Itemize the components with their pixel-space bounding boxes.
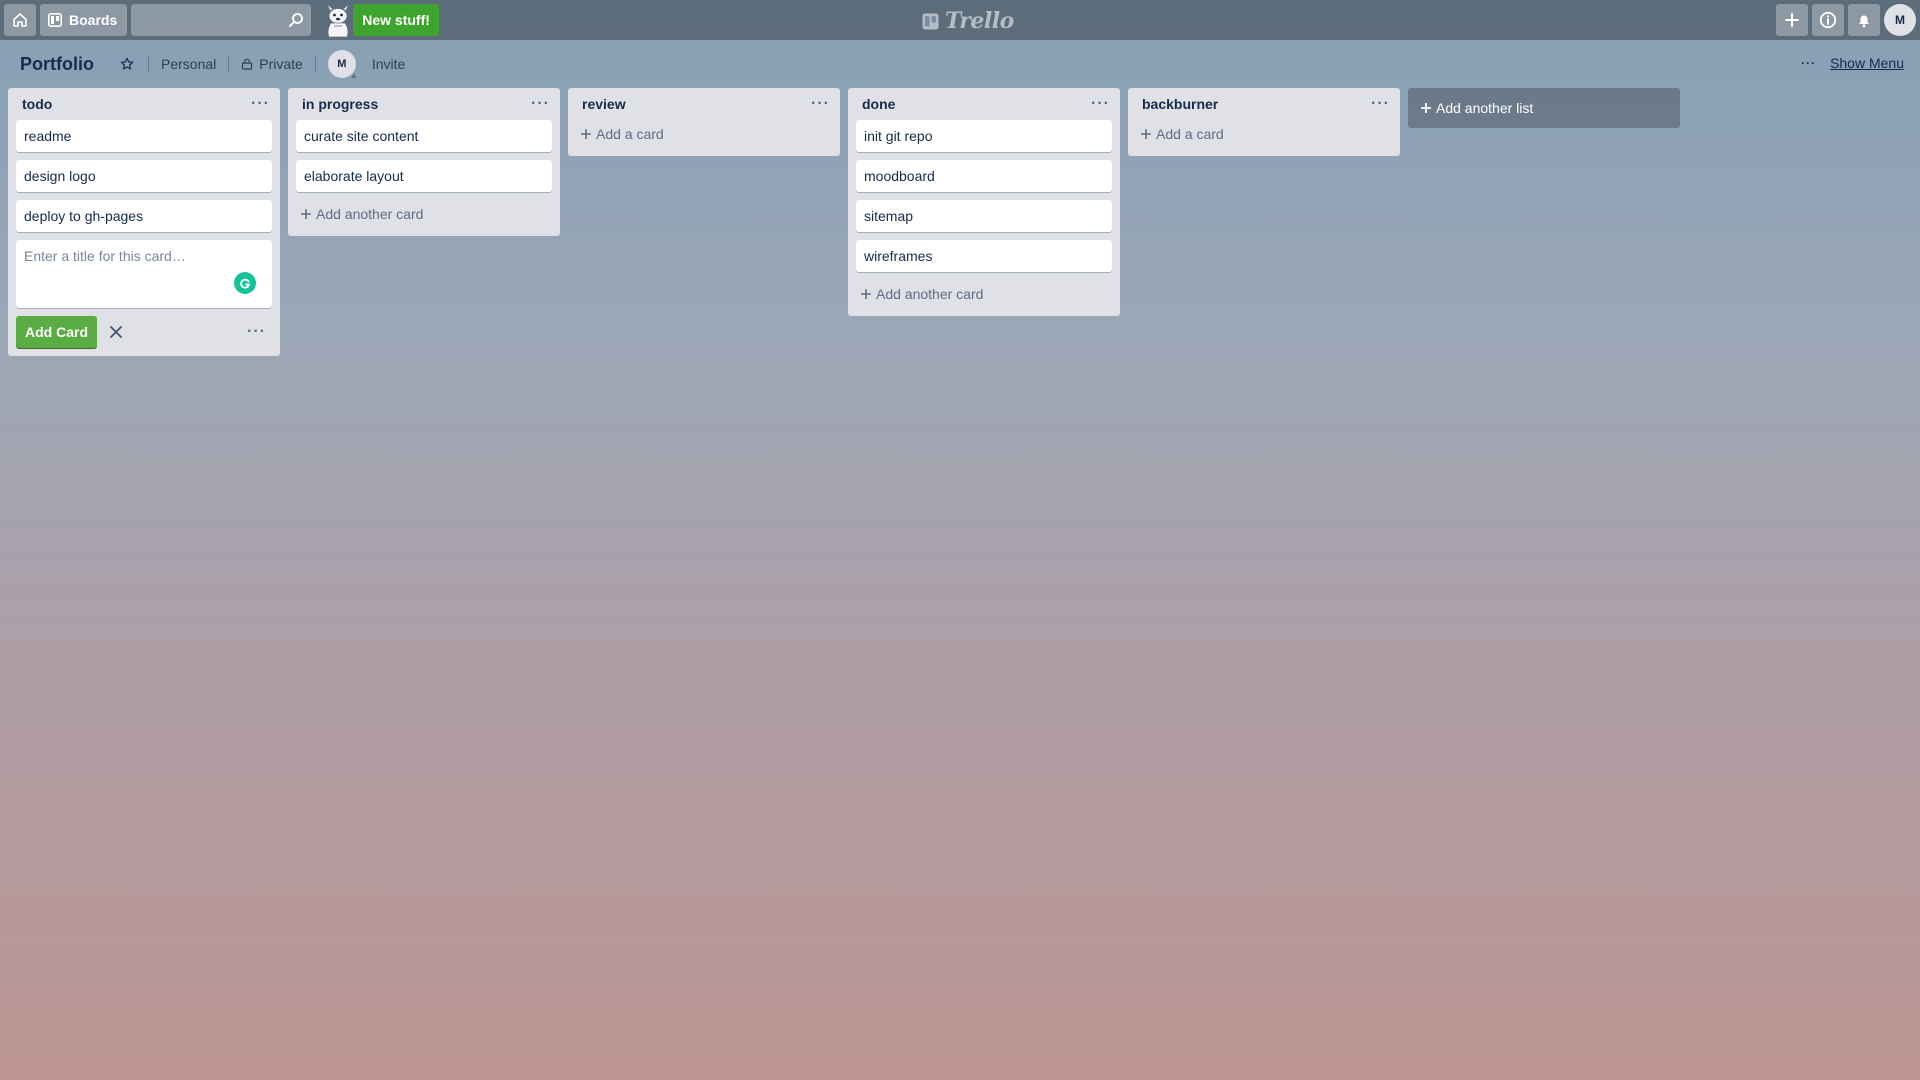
lock-icon — [242, 58, 253, 70]
list-done[interactable]: done ··· init git repo moodboard sitemap… — [848, 88, 1120, 316]
add-card-label: Add a card — [596, 126, 664, 142]
list-header: todo ··· — [16, 88, 272, 120]
trello-logo-icon — [922, 13, 939, 29]
taco-mascot-icon[interactable] — [319, 2, 357, 40]
member-initial: M — [337, 58, 347, 70]
card[interactable]: moodboard — [856, 160, 1112, 192]
list-in-progress[interactable]: in progress ··· curate site content elab… — [288, 88, 560, 236]
home-icon — [13, 13, 27, 27]
list-title[interactable]: done — [862, 96, 895, 112]
plus-icon — [581, 129, 591, 139]
boards-button[interactable]: Boards — [40, 4, 128, 36]
add-card-button[interactable]: Add Card — [16, 316, 97, 348]
composer-controls: Add Card ··· — [16, 316, 272, 348]
star-icon[interactable] — [120, 57, 134, 71]
board-canvas: todo ··· readme design logo deploy to gh… — [8, 88, 1680, 356]
more-dots-icon: ··· — [1801, 56, 1817, 70]
card[interactable]: wireframes — [856, 240, 1112, 272]
info-button[interactable] — [1812, 4, 1844, 36]
create-button[interactable] — [1776, 4, 1808, 36]
list-header: review ··· — [576, 88, 832, 120]
show-menu-label: Show Menu — [1830, 55, 1904, 71]
divider — [314, 56, 316, 72]
list-menu-icon[interactable]: ··· — [811, 96, 830, 112]
close-icon[interactable] — [109, 325, 123, 339]
list-review[interactable]: review ··· Add a card — [568, 88, 840, 156]
card[interactable]: sitemap — [856, 200, 1112, 232]
list-backburner[interactable]: backburner ··· Add a card — [1128, 88, 1400, 156]
boards-icon — [48, 13, 62, 27]
team-button[interactable]: Personal — [161, 56, 216, 72]
boards-label: Boards — [69, 12, 118, 28]
team-label: Personal — [161, 56, 217, 72]
home-button[interactable] — [4, 4, 36, 36]
add-list-button[interactable]: Add another list — [1408, 88, 1680, 128]
list-header: done ··· — [856, 88, 1112, 120]
plus-icon — [1141, 129, 1151, 139]
board-member-avatar[interactable]: M ▲ — [327, 50, 358, 80]
list-menu-icon[interactable]: ··· — [1371, 96, 1390, 112]
list-title[interactable]: backburner — [1142, 96, 1218, 112]
card[interactable]: init git repo — [856, 120, 1112, 152]
visibility-label: Private — [259, 56, 303, 72]
composer-options-icon[interactable]: ··· — [247, 324, 266, 340]
trello-logo-text: Trello — [945, 8, 1014, 34]
board-header: Portfolio Personal Private M ▲ Invite ··… — [0, 40, 1920, 88]
search-box — [131, 4, 319, 36]
user-avatar[interactable]: M — [1884, 4, 1916, 36]
invite-label: Invite — [371, 56, 406, 72]
plus-icon — [1785, 13, 1799, 27]
list-title[interactable]: todo — [22, 96, 52, 112]
card-composer — [16, 240, 272, 308]
list-menu-icon[interactable]: ··· — [251, 96, 270, 112]
add-card-link[interactable]: Add another card — [856, 280, 1112, 308]
new-stuff-button[interactable]: New stuff! — [353, 4, 439, 36]
list-header: backburner ··· — [1136, 88, 1392, 120]
add-card-label: Add a card — [1156, 126, 1224, 142]
header-right-actions: M — [1776, 4, 1916, 36]
list-header: in progress ··· — [296, 88, 552, 120]
trello-logo[interactable]: Trello — [922, 8, 1014, 34]
list-title[interactable]: in progress — [302, 96, 378, 112]
card-title-input[interactable] — [16, 240, 272, 308]
info-icon — [1819, 11, 1837, 29]
show-menu-button[interactable]: ··· Show Menu — [1801, 55, 1904, 71]
search-input[interactable] — [131, 4, 312, 36]
visibility-button[interactable]: Private — [241, 56, 303, 72]
add-list-label: Add another list — [1436, 100, 1534, 116]
search-icon[interactable] — [288, 12, 304, 28]
add-card-link[interactable]: Add a card — [1136, 120, 1392, 148]
grammarly-icon[interactable] — [234, 272, 256, 294]
list-menu-icon[interactable]: ··· — [1091, 96, 1110, 112]
add-card-link[interactable]: Add a card — [576, 120, 832, 148]
board-title[interactable]: Portfolio — [20, 54, 94, 75]
list-menu-icon[interactable]: ··· — [531, 96, 550, 112]
plus-icon — [1421, 103, 1431, 113]
notifications-button[interactable] — [1848, 4, 1880, 36]
add-card-label: Add another card — [876, 286, 984, 302]
bell-icon — [1859, 15, 1869, 28]
invite-button[interactable]: Invite — [372, 56, 405, 72]
card[interactable]: curate site content — [296, 120, 552, 152]
divider — [228, 56, 230, 72]
add-card-label: Add another card — [316, 206, 424, 222]
plus-icon — [861, 289, 871, 299]
card[interactable]: elaborate layout — [296, 160, 552, 192]
admin-chevron-icon: ▲ — [349, 71, 358, 80]
add-card-link[interactable]: Add another card — [296, 200, 552, 228]
card[interactable]: readme — [16, 120, 272, 152]
plus-icon — [301, 209, 311, 219]
card[interactable]: deploy to gh-pages — [16, 200, 272, 232]
top-header: Boards New stuff! Trello M — [0, 0, 1920, 40]
list-todo[interactable]: todo ··· readme design logo deploy to gh… — [8, 88, 280, 356]
card[interactable]: design logo — [16, 160, 272, 192]
divider — [148, 56, 149, 72]
list-title[interactable]: review — [582, 96, 626, 112]
